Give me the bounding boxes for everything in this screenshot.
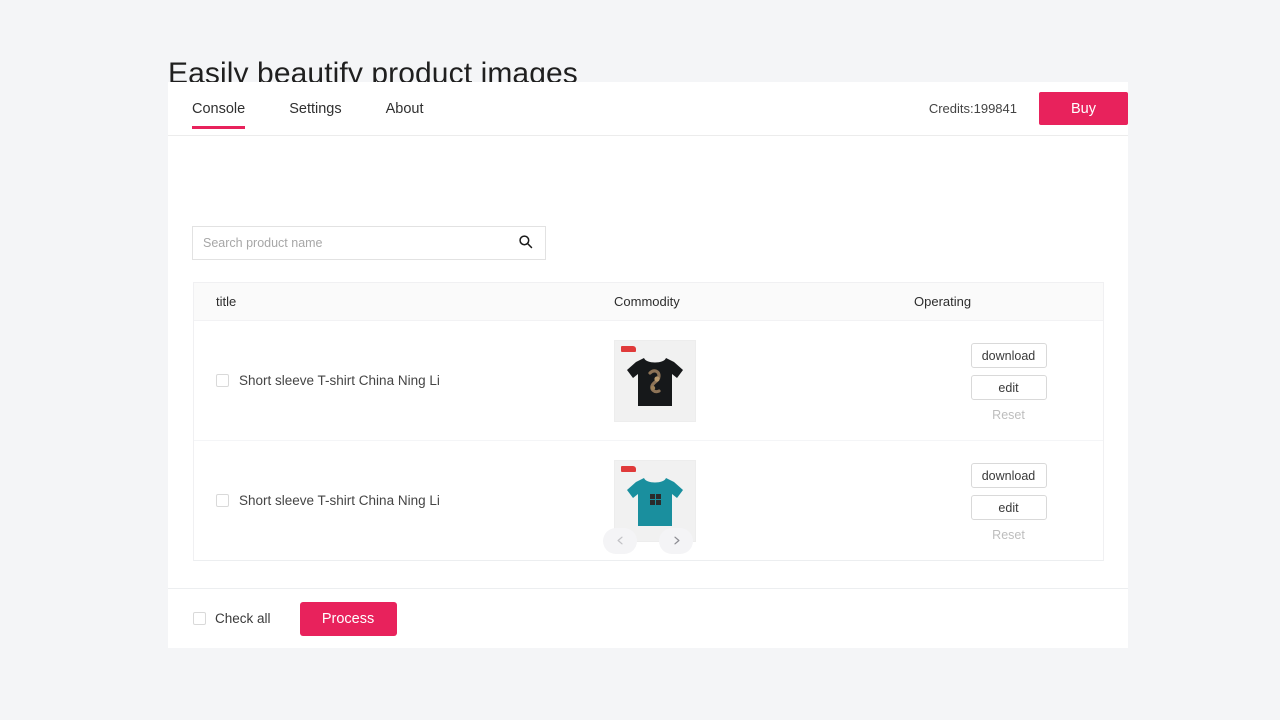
search-bar bbox=[192, 226, 546, 260]
edit-button[interactable]: edit bbox=[970, 375, 1047, 400]
row-checkbox[interactable] bbox=[216, 494, 229, 507]
tab-console-label: Console bbox=[192, 101, 246, 117]
tshirt-image-black bbox=[627, 358, 683, 407]
tab-settings[interactable]: Settings bbox=[289, 82, 342, 117]
row-title-cell: Short sleeve T-shirt China Ning Li bbox=[194, 493, 614, 508]
column-header-title: title bbox=[216, 294, 237, 309]
column-header-commodity: Commodity bbox=[614, 294, 680, 309]
chevron-left-icon bbox=[615, 534, 626, 549]
tab-settings-label: Settings bbox=[289, 101, 342, 117]
row-commodity-cell bbox=[614, 339, 914, 422]
navbar: Console Settings About Credits:199841 Bu… bbox=[168, 82, 1128, 136]
navbar-right: Credits:199841 Buy bbox=[929, 82, 1128, 135]
table-row: Short sleeve T-shirt China Ning Li downl… bbox=[194, 321, 1103, 441]
row-operating-cell: download edit Reset bbox=[914, 339, 1103, 422]
search-input[interactable] bbox=[193, 236, 505, 250]
row-title-label: Short sleeve T-shirt China Ning Li bbox=[239, 493, 440, 508]
product-thumbnail[interactable] bbox=[614, 339, 696, 422]
pagination-prev-button[interactable] bbox=[603, 528, 637, 554]
pagination-next-button[interactable] bbox=[659, 528, 693, 554]
check-all-checkbox[interactable] bbox=[193, 612, 206, 625]
table-header-row: title Commodity Operating bbox=[194, 283, 1103, 321]
row-title-label: Short sleeve T-shirt China Ning Li bbox=[239, 373, 440, 388]
card-body: title Commodity Operating Short sleeve T… bbox=[168, 136, 1128, 588]
credits-label: Credits:199841 bbox=[928, 101, 1017, 116]
reset-link[interactable]: Reset bbox=[992, 408, 1025, 422]
search-icon bbox=[518, 234, 533, 252]
chevron-right-icon bbox=[671, 534, 682, 549]
row-checkbox[interactable] bbox=[216, 374, 229, 387]
tab-about-label: About bbox=[385, 101, 424, 117]
tab-about[interactable]: About bbox=[385, 82, 424, 117]
buy-button[interactable]: Buy bbox=[1039, 92, 1128, 125]
main-card: Console Settings About Credits:199841 Bu… bbox=[168, 82, 1128, 648]
tab-active-underline bbox=[192, 126, 246, 129]
app-page: Easily beautify product images Console S… bbox=[0, 0, 1280, 720]
row-title-cell: Short sleeve T-shirt China Ning Li bbox=[194, 373, 614, 388]
tab-console[interactable]: Console bbox=[192, 82, 246, 129]
download-button[interactable]: download bbox=[970, 343, 1047, 368]
search-button[interactable] bbox=[505, 227, 545, 259]
check-all-label: Check all bbox=[215, 611, 271, 626]
nav-tabs: Console Settings About bbox=[168, 82, 468, 135]
card-footer: Check all Process bbox=[168, 588, 1128, 648]
edit-button[interactable]: edit bbox=[970, 495, 1047, 520]
tshirt-image-teal bbox=[627, 478, 683, 527]
process-button[interactable]: Process bbox=[299, 601, 397, 636]
brand-logo-icon bbox=[621, 465, 636, 472]
download-button[interactable]: download bbox=[970, 463, 1047, 488]
column-header-operating: Operating bbox=[914, 294, 972, 309]
products-table: title Commodity Operating Short sleeve T… bbox=[193, 282, 1104, 561]
brand-logo-icon bbox=[621, 345, 636, 352]
pagination bbox=[168, 528, 1128, 554]
check-all-group[interactable]: Check all bbox=[193, 611, 271, 626]
